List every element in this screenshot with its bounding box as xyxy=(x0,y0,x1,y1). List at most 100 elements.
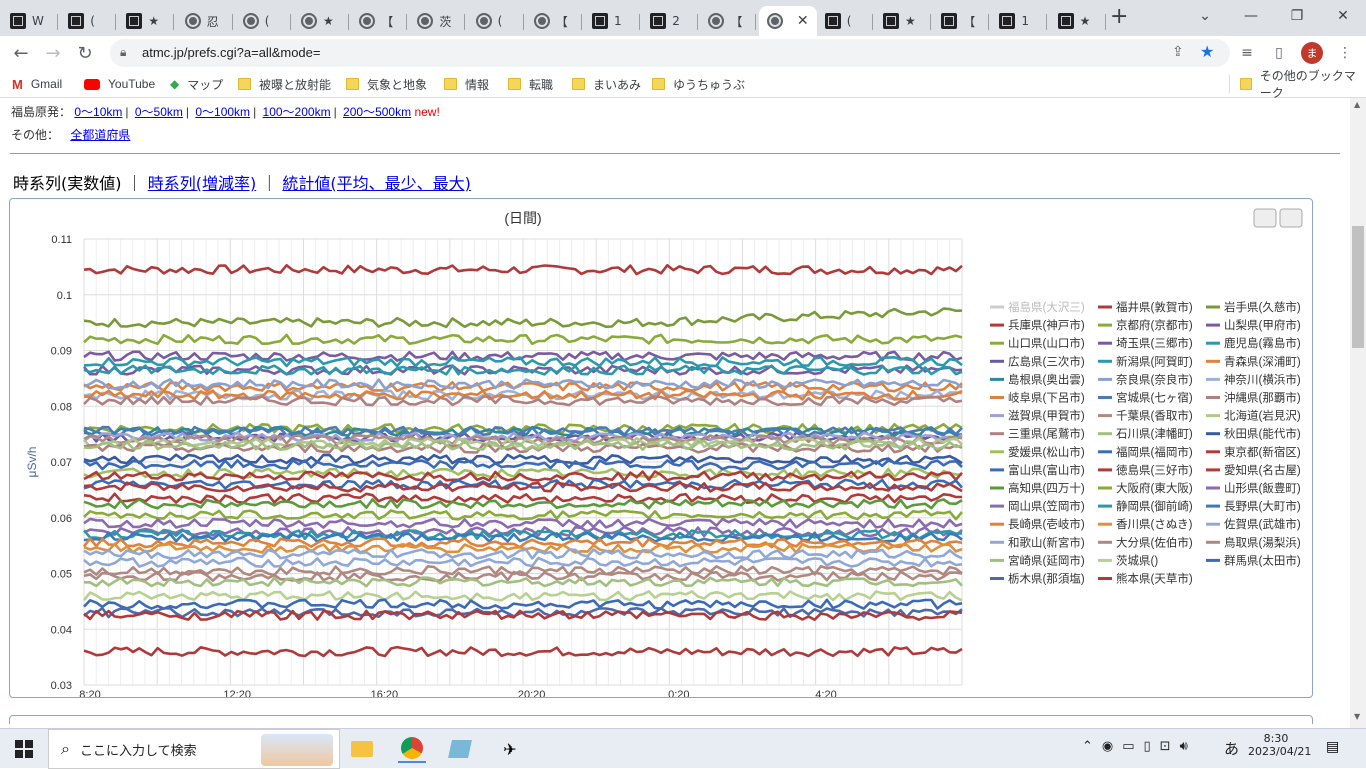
lock-icon[interactable]: 🔒︎ xyxy=(120,45,126,60)
tab-15[interactable]: ★ xyxy=(875,6,931,36)
url-text[interactable]: atmc.jp/prefs.cgi?a=all&mode= xyxy=(142,45,320,60)
tab-1[interactable]: ( xyxy=(60,6,117,36)
tab-0[interactable]: W xyxy=(2,6,58,36)
tab-search-icon[interactable]: ⌄ xyxy=(1182,0,1228,32)
globe-icon xyxy=(475,13,492,29)
folder-icon xyxy=(346,78,359,90)
link-0-50km[interactable]: 0〜50km xyxy=(135,105,183,119)
new-badge: new! xyxy=(414,105,440,119)
menu-icon[interactable]: ⋮ xyxy=(1336,44,1354,62)
legend-label-27: 富山県(富山市) xyxy=(1008,463,1085,477)
new-tab-button[interactable]: + xyxy=(1110,6,1130,30)
chart-title: (日間) xyxy=(504,210,541,226)
legend-label-33: 岡山県(笠岡市) xyxy=(1008,499,1085,513)
profile-avatar[interactable]: ま xyxy=(1301,42,1323,64)
ime-indicator[interactable]: あ xyxy=(1224,738,1239,759)
tab-7[interactable]: 茨 xyxy=(409,6,466,36)
tab-9[interactable]: 【 xyxy=(526,6,582,36)
tab-2[interactable]: ★ xyxy=(118,6,175,36)
media-control-icon[interactable]: ≡ xyxy=(1238,44,1256,62)
search-highlight-image xyxy=(261,734,333,766)
y-tick-label: 0.1 xyxy=(57,290,72,302)
bookmark-6[interactable]: 転職 xyxy=(508,75,553,93)
airplane-icon[interactable]: ✈ xyxy=(496,735,524,763)
tab-4[interactable]: ( xyxy=(235,6,291,36)
legend-label-21: 三重県(尾鷲市) xyxy=(1008,427,1085,441)
legend-label-40: 大分県(佐伯市) xyxy=(1116,535,1193,549)
scroll-down-arrow[interactable]: ▼ xyxy=(1354,712,1360,721)
tab-14[interactable]: ( xyxy=(817,6,873,36)
tab-12[interactable]: 【 xyxy=(700,6,757,36)
tab-16[interactable]: 【 xyxy=(933,6,990,36)
tab-separator xyxy=(988,14,990,30)
tab-6[interactable]: 【 xyxy=(351,6,408,36)
all-prefectures-link[interactable]: 全都道府県 xyxy=(70,128,130,142)
x-tick-label: 12:20 xyxy=(223,689,251,697)
other-bookmarks[interactable]: その他のブックマーク xyxy=(1229,69,1366,100)
tab-11[interactable]: 2 xyxy=(642,6,699,36)
tab-17[interactable]: 1 xyxy=(991,6,1048,36)
doc-icon xyxy=(1057,13,1074,29)
reload-button[interactable]: ↻ xyxy=(72,40,98,66)
bookmark-4[interactable]: 気象と地象 xyxy=(346,75,427,93)
tab-title: 茨 xyxy=(439,14,452,29)
back-button[interactable]: ← xyxy=(8,40,34,66)
taskbar-search[interactable]: ⌕ ここに入力して検索 xyxy=(48,729,340,769)
bookmark-8[interactable]: ゆうちゅうぶ xyxy=(652,75,745,93)
tab-title: 【 xyxy=(730,14,743,29)
legend-label-29: 愛知県(名古屋) xyxy=(1224,463,1301,477)
tab-13[interactable]: ✕ xyxy=(758,6,817,36)
tab-18[interactable]: ★ xyxy=(1050,6,1106,36)
tab-10[interactable]: 1 xyxy=(584,6,640,36)
link-100-200km[interactable]: 100〜200km xyxy=(263,105,331,119)
link-0-100km[interactable]: 0〜100km xyxy=(195,105,250,119)
link-200-500km[interactable]: 200〜500km xyxy=(343,105,411,119)
link-0-10km[interactable]: 0〜10km xyxy=(74,105,122,119)
forward-button[interactable]: → xyxy=(40,40,66,66)
bookmark-0[interactable]: M Gmail xyxy=(12,75,62,93)
bookmark-7[interactable]: まいあみ xyxy=(572,75,641,93)
scroll-up-arrow[interactable]: ▲ xyxy=(1354,100,1360,109)
legend-label-20: 北海道(岩見沢) xyxy=(1224,409,1301,423)
legend-label-38: 佐賀県(武雄市) xyxy=(1224,517,1301,531)
file-explorer-icon[interactable] xyxy=(348,735,376,763)
maximize-button[interactable]: ❐ xyxy=(1274,0,1320,32)
x-tick-label: 8:20 xyxy=(79,689,100,697)
legend-label-46: 熊本県(天草市) xyxy=(1116,572,1193,586)
app-icon[interactable] xyxy=(446,735,474,763)
system-tray-icons[interactable]: ⌃◉▭▯⊡🔊︎ xyxy=(1082,739,1197,754)
tab-separator xyxy=(348,14,349,30)
clock[interactable]: 8:30 2023/04/21 xyxy=(1248,732,1311,758)
chrome-icon[interactable] xyxy=(398,735,426,763)
bookmark-label: マップ xyxy=(187,77,224,92)
bookmark-3[interactable]: 被曝と放射能 xyxy=(238,75,331,93)
side-panel-icon[interactable]: ▯ xyxy=(1270,44,1288,62)
scroll-thumb[interactable] xyxy=(1352,226,1364,348)
y-tick-label: 0.06 xyxy=(51,513,72,525)
legend-label-23: 秋田県(能代市) xyxy=(1224,427,1301,441)
legend-label-32: 山形県(飯豊町) xyxy=(1224,481,1301,495)
page-scrollbar[interactable]: ▲ ▼ xyxy=(1350,98,1366,728)
bookmark-1[interactable]: YouTube xyxy=(84,75,155,93)
close-window-button[interactable]: ✕ xyxy=(1320,0,1366,32)
start-button[interactable] xyxy=(10,735,38,763)
bookmark-2[interactable]: ◆ マップ xyxy=(170,75,223,93)
search-placeholder: ここに入力して検索 xyxy=(79,743,197,759)
close-tab-icon[interactable]: ✕ xyxy=(797,13,809,29)
notification-icon[interactable]: ▤ xyxy=(1326,739,1339,755)
tab-statistics[interactable]: 統計値(平均、最少、最大) xyxy=(282,174,471,193)
bookmark-label: 転職 xyxy=(529,77,554,92)
bookmark-5[interactable]: 情報 xyxy=(444,75,489,93)
tab-title: ★ xyxy=(323,14,334,28)
tab-change-rate[interactable]: 時系列(増減率) xyxy=(148,174,257,193)
minimize-button[interactable]: — xyxy=(1228,0,1274,32)
separator: | xyxy=(333,105,337,119)
bookmark-star-icon[interactable]: ★ xyxy=(1200,42,1214,61)
tab-5[interactable]: ★ xyxy=(293,6,349,36)
tab-title: 1 xyxy=(614,14,622,28)
chart-panel: (日間) 0.03 0.04 0.05 0.06 0.07 0.08 0.09 0.1 0.11 μ… xyxy=(9,198,1313,701)
tab-3[interactable]: 忍 xyxy=(177,6,233,36)
address-bar[interactable]: 🔒︎ atmc.jp/prefs.cgi?a=all&mode= ⇪ ★ xyxy=(110,39,1230,67)
share-icon[interactable]: ⇪ xyxy=(1172,44,1184,60)
tab-8[interactable]: ( xyxy=(468,6,524,36)
